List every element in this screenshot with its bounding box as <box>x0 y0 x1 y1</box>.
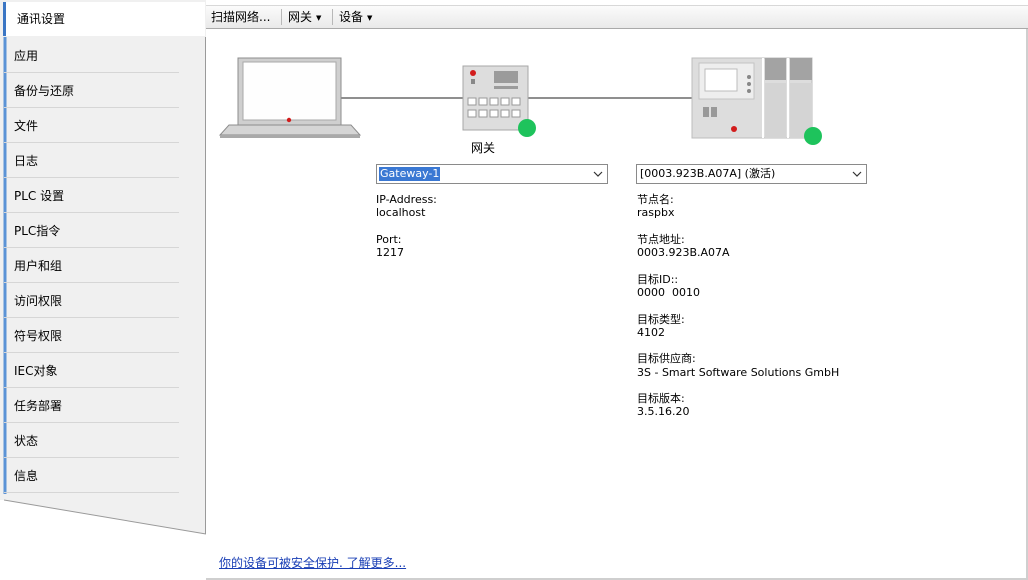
nav-item-label: 任务部署 <box>14 399 63 413</box>
nav-item-label: PLC 设置 <box>14 189 65 203</box>
device-select[interactable]: [0003.923B.A07A] (激活) <box>636 164 867 184</box>
target-version-label: 目标版本: <box>637 392 685 405</box>
scan-network-button[interactable]: 扫描网络... <box>211 6 270 28</box>
plc-status-indicator <box>804 127 822 145</box>
chevron-down-icon <box>593 171 603 177</box>
device-select-value: [0003.923B.A07A] (激活) <box>640 167 776 180</box>
nav-item-label: 应用 <box>14 49 39 63</box>
triangle-down-icon: ▼ <box>367 13 373 22</box>
nav-item-label: 访问权限 <box>14 294 63 308</box>
nav-item-files[interactable]: 文件 <box>4 109 179 143</box>
target-id-value: 0000 0010 <box>637 286 700 299</box>
target-vendor-label: 目标供应商: <box>637 352 696 365</box>
nav-item-status[interactable]: 状态 <box>4 424 179 458</box>
toolbar-separator <box>332 9 333 25</box>
toolbar-separator <box>281 9 282 25</box>
ip-address-value: localhost <box>376 206 426 219</box>
chevron-down-icon <box>852 171 862 177</box>
nav-item-plc-settings[interactable]: PLC 设置 <box>4 179 179 213</box>
nav-item-iec-objects[interactable]: IEC对象 <box>4 354 179 388</box>
nav-item-information[interactable]: 信息 <box>4 459 179 493</box>
target-vendor-value: 3S - Smart Software Solutions GmbH <box>637 366 840 379</box>
gateway-menu-label: 网关 <box>288 10 313 24</box>
ip-address-label: IP-Address: <box>376 193 437 206</box>
target-type-label: 目标类型: <box>637 313 685 326</box>
nav-item-log[interactable]: 日志 <box>4 144 179 178</box>
nav-item-label: 信息 <box>14 469 39 483</box>
toolbar: 扫描网络... 网关 ▼ 设备 ▼ <box>206 5 1028 29</box>
nav-item-label: IEC对象 <box>14 364 58 378</box>
scan-network-label: 扫描网络... <box>211 10 271 24</box>
nav-item-communication-settings[interactable]: 通讯设置 <box>3 2 205 36</box>
nav-item-backup-restore[interactable]: 备份与还原 <box>4 74 179 108</box>
security-info-link[interactable]: 你的设备可被安全保护. 了解更多... <box>219 554 406 571</box>
device-menu-label: 设备 <box>339 10 364 24</box>
node-name-label: 节点名: <box>637 193 674 206</box>
port-value: 1217 <box>376 246 404 259</box>
left-navigation: 通讯设置 应用 备份与还原 文件 日志 PLC 设置 PLC指令 用户和组 访问… <box>0 0 206 580</box>
nav-item-label: PLC指令 <box>14 224 61 238</box>
nav-item-access-rights[interactable]: 访问权限 <box>4 284 179 318</box>
gateway-status-indicator <box>518 119 536 137</box>
nav-item-label: 状态 <box>14 434 39 448</box>
nav-item-label: 文件 <box>14 119 39 133</box>
nav-item-symbol-rights[interactable]: 符号权限 <box>4 319 179 353</box>
nav-item-label: 符号权限 <box>14 329 63 343</box>
nav-item-users-groups[interactable]: 用户和组 <box>4 249 179 283</box>
nav-item-task-deployment[interactable]: 任务部署 <box>4 389 179 423</box>
nav-item-plc-commands[interactable]: PLC指令 <box>4 214 179 248</box>
nav-item-label: 用户和组 <box>14 259 63 273</box>
nav-item-application[interactable]: 应用 <box>4 39 179 73</box>
nav-item-label: 备份与还原 <box>14 84 75 98</box>
gateway-select-value: Gateway-1 <box>379 167 441 181</box>
node-address-label: 节点地址: <box>637 233 685 246</box>
connection-line-gateway-plc <box>528 97 694 99</box>
gateway-select[interactable]: Gateway-1 <box>376 164 608 184</box>
plc-device-icon[interactable] <box>691 57 814 139</box>
laptop-icon <box>219 57 361 138</box>
gateway-menu-button[interactable]: 网关 ▼ <box>288 6 321 28</box>
nav-item-label: 通讯设置 <box>17 12 66 26</box>
nav-item-label: 日志 <box>14 154 39 168</box>
target-type-value: 4102 <box>637 326 665 339</box>
triangle-down-icon: ▼ <box>316 13 322 22</box>
gateway-caption: 网关 <box>471 141 496 155</box>
device-menu-button[interactable]: 设备 ▼ <box>339 6 372 28</box>
node-name-value: raspbx <box>637 206 675 219</box>
target-id-label: 目标ID:: <box>637 273 679 286</box>
target-version-value: 3.5.16.20 <box>637 405 690 418</box>
node-address-value: 0003.923B.A07A <box>637 246 730 259</box>
port-label: Port: <box>376 233 402 246</box>
